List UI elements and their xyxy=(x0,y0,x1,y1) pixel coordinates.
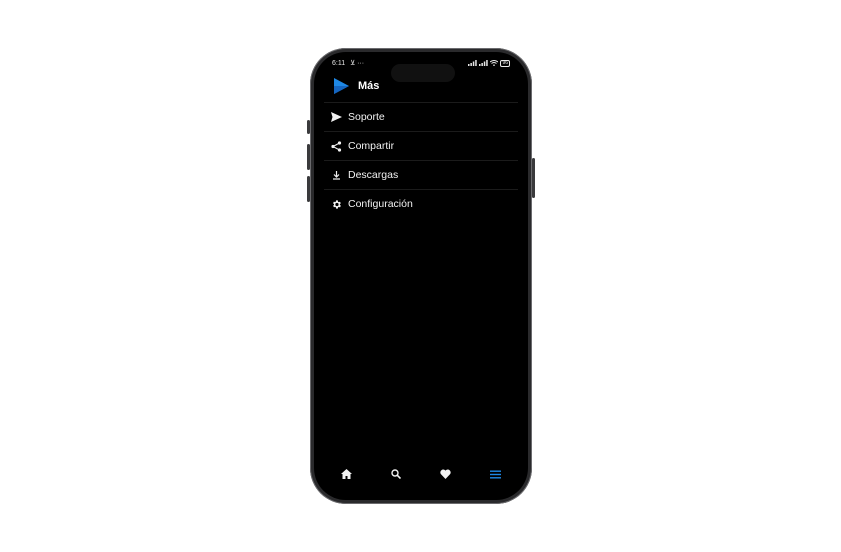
search-icon xyxy=(391,469,402,479)
menu-item-configuracion[interactable]: Configuración xyxy=(324,189,518,218)
gear-icon xyxy=(330,198,342,210)
signal-2-icon xyxy=(479,60,489,66)
battery-icon: 96 xyxy=(500,59,510,67)
wifi-icon xyxy=(490,60,499,66)
nav-more-button[interactable] xyxy=(483,464,507,484)
menu-icon xyxy=(489,470,501,478)
send-icon xyxy=(330,111,342,123)
nav-home-button[interactable] xyxy=(335,464,359,484)
status-time: 6:11 xyxy=(332,60,346,67)
menu-item-compartir[interactable]: Compartir xyxy=(324,131,518,160)
menu-item-label: Soporte xyxy=(348,111,385,123)
app-screen: 6:11 ⊻ ··· 96 Más Soporte Compartir Desc… xyxy=(314,52,528,500)
bottom-navigation xyxy=(314,464,528,484)
home-icon xyxy=(341,469,353,479)
download-icon xyxy=(330,169,342,181)
menu-item-label: Compartir xyxy=(348,140,395,152)
menu-item-label: Configuración xyxy=(348,198,413,210)
page-title: Más xyxy=(358,80,380,92)
signal-icon xyxy=(468,60,478,66)
volume-down-button xyxy=(307,176,310,202)
menu-item-descargas[interactable]: Descargas xyxy=(324,160,518,189)
more-menu: Soporte Compartir Descargas Configuració… xyxy=(324,102,518,218)
menu-item-soporte[interactable]: Soporte xyxy=(324,102,518,131)
nav-favorites-button[interactable] xyxy=(434,464,458,484)
nav-search-button[interactable] xyxy=(384,464,408,484)
menu-item-label: Descargas xyxy=(348,169,399,181)
phone-frame: 6:11 ⊻ ··· 96 Más Soporte Compartir Desc… xyxy=(307,48,535,504)
power-button xyxy=(532,158,535,198)
heart-icon xyxy=(440,469,451,479)
volume-up-button xyxy=(307,144,310,170)
mute-switch xyxy=(307,120,310,134)
share-icon xyxy=(330,140,342,152)
status-bar: 6:11 ⊻ ··· 96 xyxy=(332,58,510,68)
app-logo-icon xyxy=(334,78,349,94)
status-extra: ⊻ ··· xyxy=(350,60,365,67)
app-header: Más xyxy=(332,76,379,96)
